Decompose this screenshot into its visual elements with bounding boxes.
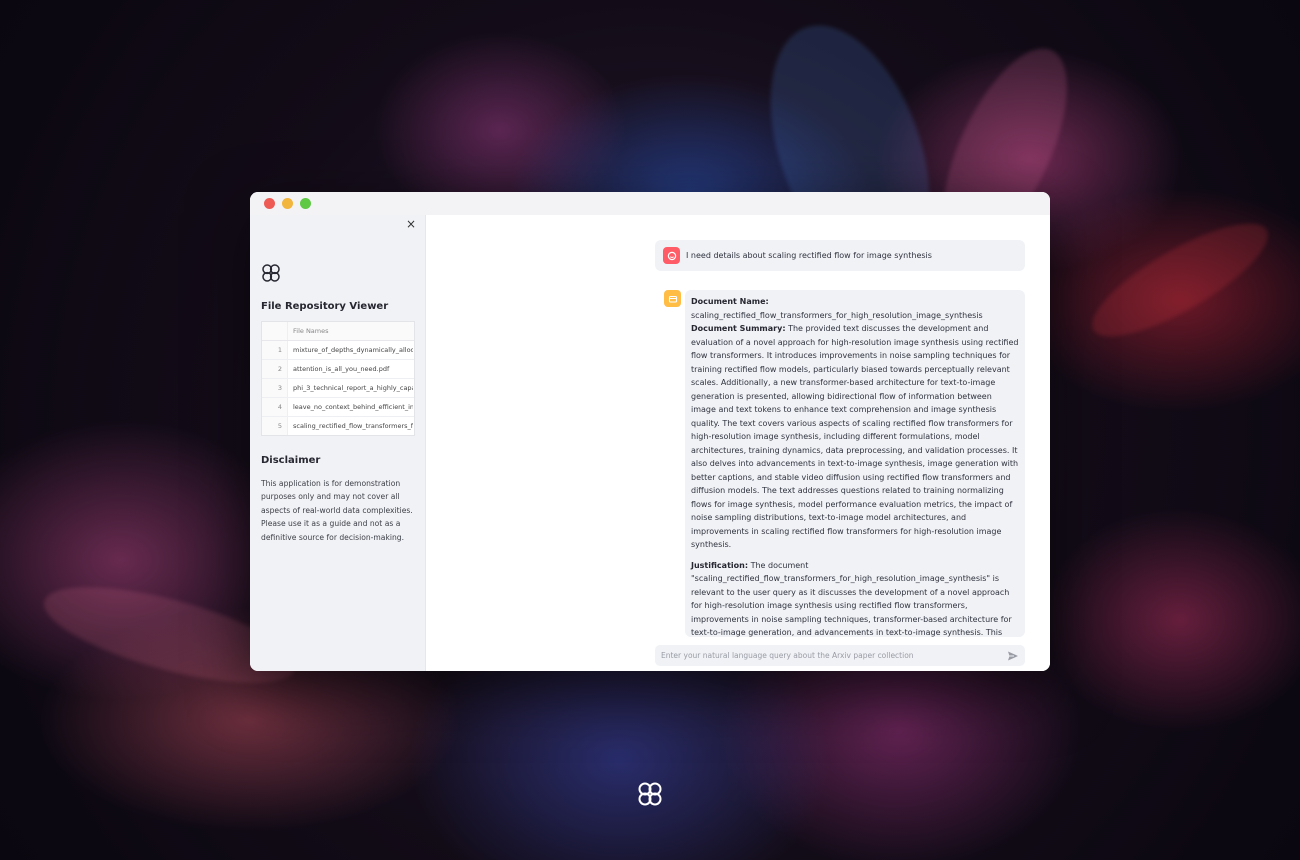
- user-message: I need details about scaling rectified f…: [655, 240, 1025, 271]
- doc-name-label: Document Name:: [691, 297, 769, 306]
- file-name-cell[interactable]: mixture_of_depths_dynamically_alloca: [288, 346, 413, 354]
- title-bar: [250, 192, 1050, 215]
- user-message-text: I need details about scaling rectified f…: [686, 251, 932, 260]
- column-header-file-names[interactable]: File Names: [288, 327, 413, 335]
- table-row[interactable]: 4 leave_no_context_behind_efficient_inf: [262, 398, 414, 417]
- file-table[interactable]: File Names 1 mixture_of_depths_dynamical…: [261, 321, 415, 436]
- file-name-cell[interactable]: phi_3_technical_report_a_highly_capa: [288, 384, 413, 392]
- index-header: [262, 322, 288, 340]
- table-header: File Names: [262, 322, 414, 341]
- sidebar: × File Repository Viewer File Names 1 mi…: [250, 215, 426, 671]
- table-row[interactable]: 3 phi_3_technical_report_a_highly_capa: [262, 379, 414, 398]
- file-name-cell[interactable]: attention_is_all_you_need.pdf: [288, 365, 413, 373]
- app-window: × File Repository Viewer File Names 1 mi…: [250, 192, 1050, 671]
- chat-input[interactable]: [655, 650, 1007, 661]
- table-row[interactable]: 5 scaling_rectified_flow_transformers_fo: [262, 417, 414, 435]
- assistant-message: Document Name: scaling_rectified_flow_tr…: [685, 290, 1025, 637]
- summary-label: Document Summary:: [691, 324, 786, 333]
- row-index: 2: [262, 360, 288, 378]
- disclaimer-text: This application is for demonstration pu…: [261, 479, 413, 542]
- row-index: 5: [262, 417, 288, 435]
- send-icon[interactable]: [1007, 650, 1019, 662]
- justification-text: The document "scaling_rectified_flow_tra…: [691, 560, 1012, 638]
- file-name-cell[interactable]: scaling_rectified_flow_transformers_fo: [288, 422, 413, 430]
- window-maximize-button[interactable]: [300, 198, 311, 209]
- file-name-cell[interactable]: leave_no_context_behind_efficient_inf: [288, 403, 413, 411]
- window-close-button[interactable]: [264, 198, 275, 209]
- background-splash: [1078, 204, 1282, 356]
- chat-area: I need details about scaling rectified f…: [426, 215, 1050, 671]
- user-avatar-icon: [663, 247, 680, 264]
- chat-input-bar: [655, 645, 1025, 666]
- doc-name-value: scaling_rectified_flow_transformers_for_…: [691, 310, 983, 320]
- row-index: 1: [262, 341, 288, 359]
- app-logo-icon: [638, 782, 662, 806]
- table-row[interactable]: 1 mixture_of_depths_dynamically_alloca: [262, 341, 414, 360]
- bot-avatar-icon: [664, 290, 681, 307]
- close-icon[interactable]: ×: [406, 217, 416, 231]
- table-row[interactable]: 2 attention_is_all_you_need.pdf: [262, 360, 414, 379]
- summary-text: The provided text discusses the developm…: [691, 324, 1019, 549]
- app-logo-icon: [262, 264, 280, 282]
- row-index: 3: [262, 379, 288, 397]
- disclaimer-title: Disclaimer: [261, 455, 321, 466]
- window-minimize-button[interactable]: [282, 198, 293, 209]
- justification-label: Justification:: [691, 560, 749, 570]
- row-index: 4: [262, 398, 288, 416]
- sidebar-title: File Repository Viewer: [261, 301, 389, 312]
